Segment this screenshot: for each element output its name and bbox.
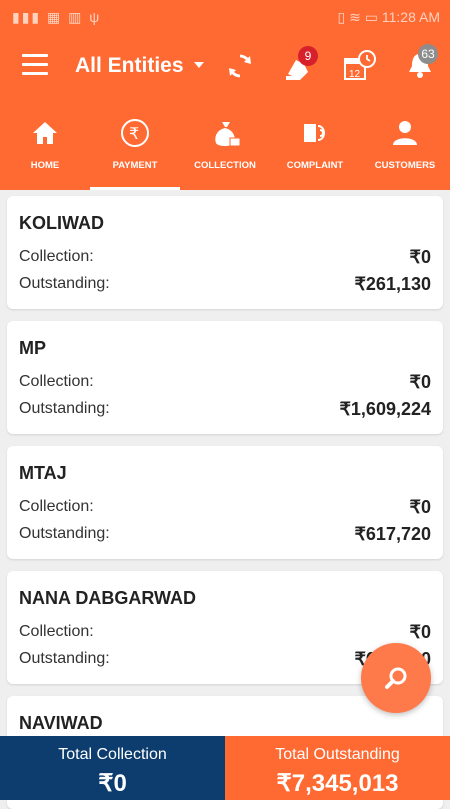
alerts-badge: 63: [418, 44, 438, 64]
tab-collection[interactable]: COLLECTION: [180, 100, 270, 190]
search-fab-button[interactable]: [361, 643, 431, 713]
entity-name: NANA DABGARWAD: [19, 588, 196, 608]
outstanding-value: ₹261,130: [354, 274, 431, 294]
collection-value: ₹0: [409, 247, 431, 267]
entity-selector[interactable]: All Entities: [75, 54, 184, 78]
outstanding-value: ₹1,609,224: [339, 399, 431, 419]
status-bar: ▮▮▮ ▦ ▥ ψ ▯ ≋ ▭ 11:28 AM: [0, 0, 450, 34]
top-app-bar: All Entities 9 12 63: [0, 34, 450, 100]
status-icons-right: ▯ ≋ ▭ 11:28 AM: [337, 9, 440, 25]
collection-value: ₹0: [409, 372, 431, 392]
total-outstanding-value: ₹7,345,013: [276, 770, 399, 797]
total-collection-value: ₹0: [98, 770, 127, 797]
person-icon: [393, 121, 417, 145]
money-bag-icon: [215, 122, 241, 147]
tab-home[interactable]: HOME: [0, 100, 90, 190]
entity-card[interactable]: MP Collection: ₹0 Outstanding: ₹1,609,22…: [7, 321, 443, 434]
totals-footer: Total Collection ₹0 Total Outstanding ₹7…: [0, 736, 450, 800]
hamburger-menu-icon[interactable]: [22, 54, 48, 75]
outstanding-label: Outstanding:: [19, 650, 110, 667]
tab-complaint[interactable]: COMPLAINT: [270, 100, 360, 190]
total-collection-label: Total Collection: [58, 746, 167, 763]
tab-collection-label: COLLECTION: [194, 160, 256, 171]
outstanding-value: ₹617,720: [354, 524, 431, 544]
entity-name: MTAJ: [19, 463, 67, 483]
collection-label: Collection:: [19, 498, 94, 515]
collection-label: Collection:: [19, 248, 94, 265]
dropdown-caret-icon[interactable]: [194, 62, 204, 68]
status-time: 11:28 AM: [381, 9, 440, 25]
status-icons-left: ▮▮▮ ▦ ▥ ψ: [12, 9, 102, 25]
tab-customers-label: CUSTOMERS: [374, 160, 436, 171]
entity-name: NAVIWAD: [19, 713, 103, 733]
search-icon: [385, 667, 407, 689]
tab-complaint-label: COMPLAINT: [286, 160, 344, 171]
tab-payment-label: PAYMENT: [112, 160, 158, 171]
active-tab-indicator: [90, 187, 180, 190]
tab-home-label: HOME: [30, 160, 60, 171]
home-icon: [33, 122, 57, 144]
entity-name: KOLIWAD: [19, 213, 104, 233]
entity-card[interactable]: MTAJ Collection: ₹0 Outstanding: ₹617,72…: [7, 446, 443, 559]
calendar-clock-icon[interactable]: 12: [342, 48, 378, 84]
tab-customers[interactable]: CUSTOMERS: [360, 100, 450, 190]
svg-text:12: 12: [349, 69, 361, 80]
collection-value: ₹0: [409, 497, 431, 517]
outstanding-label: Outstanding:: [19, 400, 110, 417]
collection-label: Collection:: [19, 373, 94, 390]
tab-payment[interactable]: ₹ PAYMENT: [90, 100, 180, 190]
rupee-icon: ₹: [121, 119, 149, 147]
entity-card[interactable]: KOLIWAD Collection: ₹0 Outstanding: ₹261…: [7, 196, 443, 309]
total-outstanding-label: Total Outstanding: [275, 746, 400, 763]
collection-label: Collection:: [19, 623, 94, 640]
sync-icon[interactable]: [222, 48, 258, 84]
outstanding-label: Outstanding:: [19, 525, 110, 542]
outstanding-label: Outstanding:: [19, 275, 110, 292]
total-outstanding-panel: Total Outstanding ₹7,345,013: [225, 736, 450, 800]
collection-value: ₹0: [409, 622, 431, 642]
complaint-icon: [304, 124, 325, 142]
svg-text:₹: ₹: [129, 124, 139, 143]
entity-name: MP: [19, 338, 46, 358]
tab-bar: HOME ₹ PAYMENT COLLECTION COMPLAINT CUST…: [0, 100, 450, 190]
total-collection-panel: Total Collection ₹0: [0, 736, 225, 800]
notification-badge: 9: [298, 46, 318, 66]
